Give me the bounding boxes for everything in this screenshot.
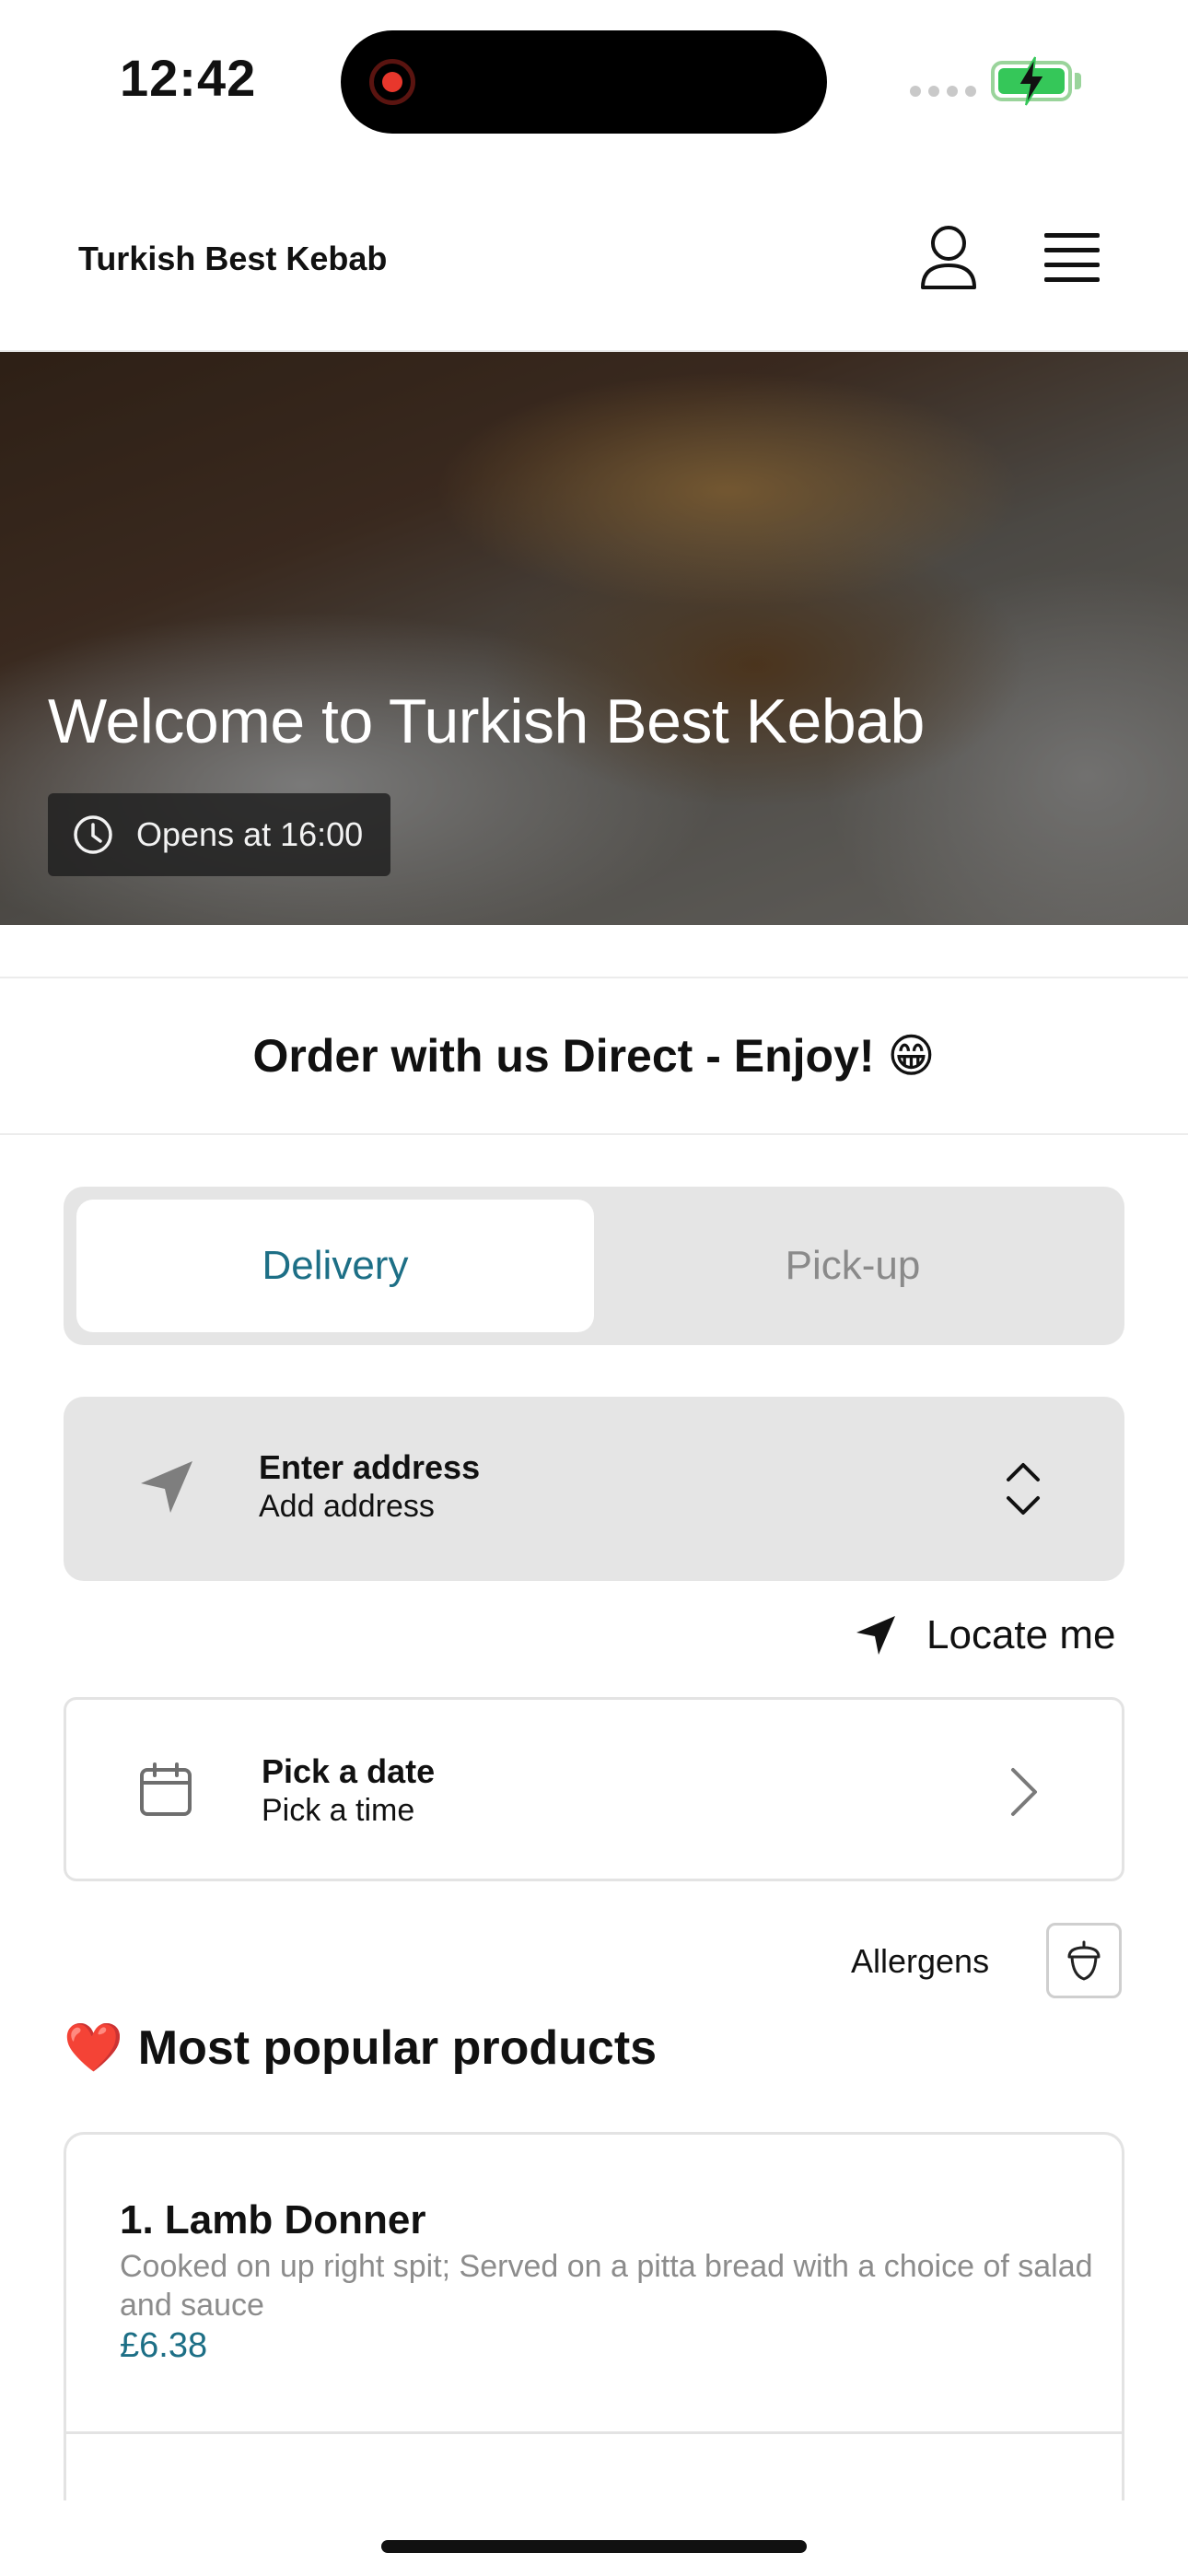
popular-products-heading: ❤️ Most popular products [64, 2020, 657, 2076]
address-selector[interactable]: Enter address Add address [64, 1397, 1124, 1581]
home-indicator[interactable] [381, 2540, 807, 2553]
allergens-button[interactable] [1046, 1923, 1122, 1998]
cellular-signal-icon [910, 86, 976, 97]
clock-icon [74, 815, 112, 854]
pick-time-label: Pick a time [262, 1793, 415, 1828]
chevron-up-down-icon [1007, 1463, 1040, 1515]
tab-delivery[interactable]: Delivery [76, 1200, 594, 1332]
allergens-label: Allergens [851, 1942, 990, 1980]
promo-text: Order with us Direct - Enjoy! 😁 [252, 1030, 936, 1082]
opening-hours-badge: Opens at 16:00 [48, 793, 391, 876]
product-divider [66, 2431, 1122, 2434]
acorn-icon [1067, 1940, 1101, 1981]
promo-banner: Order with us Direct - Enjoy! 😁 [0, 977, 1188, 1135]
locate-me-button[interactable]: Locate me [853, 1612, 1115, 1658]
status-time: 12:42 [120, 49, 257, 107]
address-title: Enter address [259, 1448, 481, 1486]
product-card[interactable]: 1. Lamb Donner Cooked on up right spit; … [64, 2132, 1124, 2500]
navigation-arrow-icon [141, 1461, 192, 1513]
tab-pick-up[interactable]: Pick-up [594, 1200, 1112, 1332]
recording-indicator-icon [369, 59, 415, 105]
locate-me-label: Locate me [926, 1612, 1116, 1657]
opening-hours-text: Opens at 16:00 [136, 815, 364, 853]
dynamic-island [341, 30, 827, 134]
schedule-picker[interactable]: Pick a date Pick a time [64, 1697, 1124, 1881]
hamburger-menu-icon[interactable] [1039, 230, 1105, 286]
chevron-right-icon [1011, 1768, 1037, 1816]
popular-products-title: Most popular products [137, 2021, 658, 2075]
calendar-icon [140, 1762, 192, 1816]
user-icon [921, 226, 976, 289]
location-arrow-icon [856, 1616, 895, 1655]
charging-bolt-icon [1017, 56, 1046, 106]
account-button[interactable] [912, 221, 985, 295]
battery-cap [1075, 73, 1081, 89]
heart-icon: ❤️ [64, 2021, 123, 2075]
product-description: Cooked on up right spit; Served on a pit… [120, 2249, 1093, 2323]
hero-title: Welcome to Turkish Best Kebab [48, 686, 925, 756]
product-name: 1. Lamb Donner [120, 2197, 426, 2242]
hero-banner: Welcome to Turkish Best Kebab Opens at 1… [0, 352, 1188, 925]
app-header: Turkish Best Kebab [0, 184, 1188, 352]
order-type-switch: Delivery Pick-up [64, 1187, 1124, 1345]
status-bar: 12:42 [0, 0, 1188, 157]
product-price: £6.38 [120, 2326, 208, 2365]
address-subtitle: Add address [259, 1489, 435, 1524]
brand-name[interactable]: Turkish Best Kebab [78, 240, 387, 278]
pick-date-label: Pick a date [262, 1752, 436, 1790]
